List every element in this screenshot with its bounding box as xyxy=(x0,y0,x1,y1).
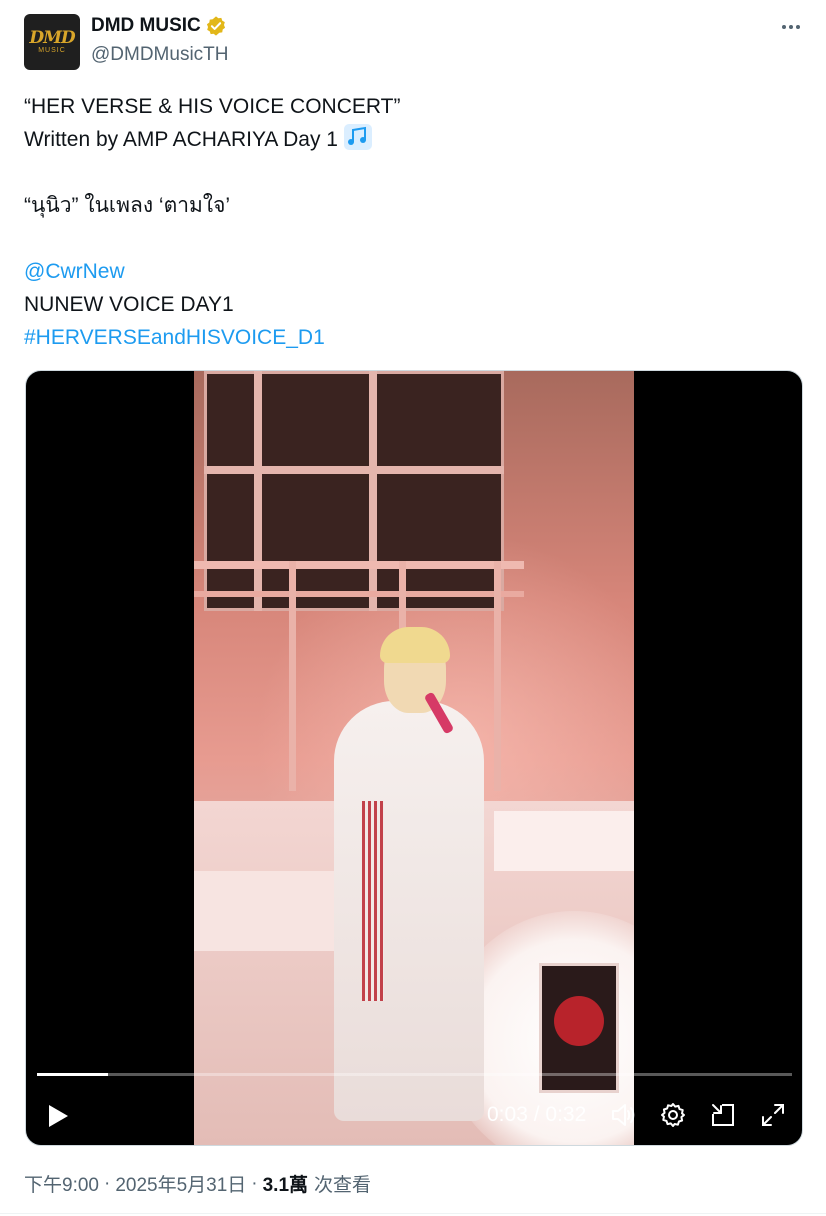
avatar-logo-sub: MUSIC xyxy=(38,46,66,54)
picture-in-picture-icon[interactable] xyxy=(709,1101,737,1129)
author-name-row: DMD MUSIC xyxy=(91,15,227,37)
author-display-name[interactable]: DMD MUSIC xyxy=(91,15,201,37)
video-progress-bar[interactable] xyxy=(37,1073,792,1076)
current-time: 0:03 xyxy=(487,1103,528,1126)
play-icon[interactable] xyxy=(46,1103,70,1129)
tweet-line-thai: “นุนิว” ในเพลง ‘ตามใจ’ xyxy=(24,194,231,217)
duration: 0:32 xyxy=(545,1103,587,1126)
video-frame[interactable] xyxy=(194,371,634,1145)
video-player[interactable]: 0:03 / 0:32 xyxy=(25,370,803,1146)
tweet: DMD MUSIC DMD MUSIC @DMDMusicTH “HER VER… xyxy=(0,0,826,1216)
singer xyxy=(334,701,484,1121)
video-progress-fill xyxy=(37,1073,108,1076)
divider xyxy=(0,1213,826,1214)
tweet-line-title: “HER VERSE & HIS VOICE CONCERT” xyxy=(24,95,401,118)
meta-separator: · xyxy=(103,1172,111,1194)
post-time[interactable]: 下午9:00 xyxy=(24,1170,99,1197)
tweet-text: “HER VERSE & HIS VOICE CONCERT” Written … xyxy=(24,90,804,354)
views-label: 次查看 xyxy=(314,1175,372,1196)
fullscreen-icon[interactable] xyxy=(759,1101,787,1129)
author-handle[interactable]: @DMDMusicTH xyxy=(91,44,229,66)
post-date[interactable]: 2025年5月31日 xyxy=(115,1170,246,1197)
volume-icon[interactable] xyxy=(609,1101,637,1129)
time-separator: / xyxy=(533,1103,540,1126)
hashtag-link[interactable]: #HERVERSEandHISVOICE_D1 xyxy=(24,321,804,354)
avatar[interactable]: DMD MUSIC xyxy=(24,14,80,70)
mention-link[interactable]: @CwrNew xyxy=(24,255,804,288)
tweet-line-voice: NUNEW VOICE DAY1 xyxy=(24,293,234,316)
tweet-meta: 下午9:00 · 2025年5月31日 · 3.1萬 次查看 xyxy=(24,1170,371,1197)
avatar-logo: DMD xyxy=(29,27,75,48)
views-count[interactable]: 3.1萬 xyxy=(263,1170,308,1197)
stage-window xyxy=(204,371,504,611)
tweet-line-credit: Written by AMP ACHARIYA Day 1 xyxy=(24,123,804,156)
verified-badge-icon[interactable] xyxy=(205,15,227,37)
music-notes-icon xyxy=(343,124,372,150)
more-options-icon[interactable] xyxy=(776,14,806,40)
meta-separator: · xyxy=(251,1172,258,1194)
video-time: 0:03 / 0:32 xyxy=(487,1103,586,1127)
video-controls: 0:03 / 0:32 xyxy=(26,1089,802,1145)
settings-gear-icon[interactable] xyxy=(659,1101,687,1129)
tweet-line-credit-text: Written by AMP ACHARIYA Day 1 xyxy=(24,128,338,151)
